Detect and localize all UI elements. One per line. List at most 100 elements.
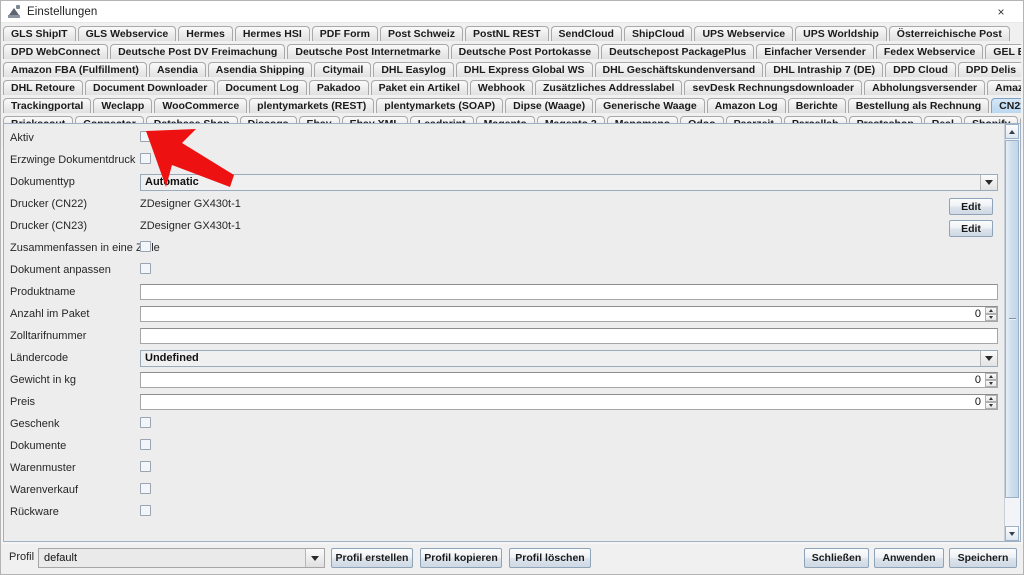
tab-sterreichische-post[interactable]: Österreichische Post xyxy=(888,26,1010,41)
button-profil-l-schen[interactable]: Profil löschen xyxy=(509,548,591,568)
tab-amazon-fulfillment[interactable]: Amazon (Fulfillment) xyxy=(987,80,1021,95)
checkbox-dokument-anpassen[interactable] xyxy=(140,263,151,274)
input-zolltarifnummer[interactable] xyxy=(140,328,998,344)
button-profil-kopieren[interactable]: Profil kopieren xyxy=(420,548,502,568)
tab-generische-waage[interactable]: Generische Waage xyxy=(595,98,705,113)
tab-plentymarkets-soap[interactable]: plentymarkets (SOAP) xyxy=(376,98,504,113)
profile-select[interactable]: default xyxy=(38,548,325,568)
tab-trackingportal[interactable]: Trackingportal xyxy=(3,98,92,113)
tab-dhl-easylog[interactable]: DHL Easylog xyxy=(373,62,454,77)
button-schlie-en[interactable]: Schließen xyxy=(804,548,869,568)
tab-row: GLS ShipIT GLS Webservice Hermes Hermes HSI… xyxy=(3,24,1021,41)
tab-abholungsversender[interactable]: Abholungsversender xyxy=(864,80,986,95)
tab-einfacher-versender[interactable]: Einfacher Versender xyxy=(756,44,874,59)
spinner-gewicht-in-kg[interactable]: 0 xyxy=(140,372,998,388)
tab-gls-shipit[interactable]: GLS ShipIT xyxy=(3,26,76,41)
spinner-value[interactable]: 0 xyxy=(140,372,998,388)
button-speichern[interactable]: Speichern xyxy=(949,548,1017,568)
tab-dipse-waage[interactable]: Dipse (Waage) xyxy=(505,98,594,113)
tab-bestellung-als-rechnung[interactable]: Bestellung als Rechnung xyxy=(847,98,990,113)
tab-hermes[interactable]: Hermes xyxy=(178,26,233,41)
tab-deutsche-post-portokasse[interactable]: Deutsche Post Portokasse xyxy=(450,44,600,59)
tab-shipcloud[interactable]: ShipCloud xyxy=(623,26,693,41)
chevron-down-icon[interactable] xyxy=(980,350,997,366)
tab-dhl-express-global-ws[interactable]: DHL Express Global WS xyxy=(455,62,593,77)
tab-post-schweiz[interactable]: Post Schweiz xyxy=(379,26,464,41)
tab-amazon-fba-fulfillment[interactable]: Amazon FBA (Fulfillment) xyxy=(3,62,147,77)
tab-pakadoo[interactable]: Pakadoo xyxy=(308,80,369,95)
tab-paket-ein-artikel[interactable]: Paket ein Artikel xyxy=(370,80,468,95)
spinner-value[interactable]: 0 xyxy=(140,394,998,410)
tab-dhl-intraship-7-de[interactable]: DHL Intraship 7 (DE) xyxy=(765,62,884,77)
close-icon[interactable]: × xyxy=(979,1,1023,22)
tab-dpd-cloud[interactable]: DPD Cloud xyxy=(885,62,956,77)
tab-dpd-webconnect[interactable]: DPD WebConnect xyxy=(3,44,109,59)
tab-amazon-log[interactable]: Amazon Log xyxy=(706,98,786,113)
scroll-up-icon[interactable] xyxy=(1005,124,1019,139)
checkbox-dokumente[interactable] xyxy=(140,439,151,450)
checkbox-warenverkauf[interactable] xyxy=(140,483,151,494)
tab-webhook[interactable]: Webhook xyxy=(469,80,533,95)
scroll-down-icon[interactable] xyxy=(1005,526,1019,541)
button-profil-erstellen[interactable]: Profil erstellen xyxy=(331,548,413,568)
tab-sevdesk-rechnungsdownloader[interactable]: sevDesk Rechnungsdownloader xyxy=(684,80,863,95)
tab-document-log[interactable]: Document Log xyxy=(217,80,307,95)
chevron-down-icon[interactable] xyxy=(305,549,324,567)
tab-weclapp[interactable]: Weclapp xyxy=(93,98,153,113)
tab-ups-webservice[interactable]: UPS Webservice xyxy=(694,26,794,41)
field-label: Dokument anpassen xyxy=(10,264,111,276)
tab-asendia[interactable]: Asendia xyxy=(148,62,206,77)
select-l-ndercode[interactable]: Undefined xyxy=(140,349,998,367)
spinner-up-icon[interactable] xyxy=(985,307,997,314)
spinner-anzahl-im-paket[interactable]: 0 xyxy=(140,306,998,322)
tab-fedex-webservice[interactable]: Fedex Webservice xyxy=(875,44,984,59)
tab-plentymarkets-rest[interactable]: plentymarkets (REST) xyxy=(249,98,375,113)
tab-gel-express[interactable]: GEL Express xyxy=(985,44,1021,59)
vertical-scrollbar[interactable] xyxy=(1004,124,1020,541)
checkbox-warenmuster[interactable] xyxy=(140,461,151,472)
tab-deutsche-post-dv-freimachung[interactable]: Deutsche Post DV Freimachung xyxy=(110,44,286,59)
tab-zus-tzliches-addresslabel[interactable]: Zusätzliches Addresslabel xyxy=(534,80,683,95)
spinner-preis[interactable]: 0 xyxy=(140,394,998,410)
spinner-down-icon[interactable] xyxy=(985,314,997,321)
button-anwenden[interactable]: Anwenden xyxy=(874,548,944,568)
tab-document-downloader[interactable]: Document Downloader xyxy=(84,80,216,95)
checkbox-geschenk[interactable] xyxy=(140,417,151,428)
spinner-down-icon[interactable] xyxy=(985,402,997,409)
spinner-up-icon[interactable] xyxy=(985,373,997,380)
tab-deutschepost-packageplus[interactable]: Deutschepost PackagePlus xyxy=(601,44,755,59)
tab-berichte[interactable]: Berichte xyxy=(787,98,846,113)
tab-gls-webservice[interactable]: GLS Webservice xyxy=(77,26,177,41)
spinner-value[interactable]: 0 xyxy=(140,306,998,322)
spinner-up-icon[interactable] xyxy=(985,395,997,402)
settings-window: Einstellungen × GLS ShipIT GLS Webservice… xyxy=(0,0,1024,575)
tab-postnl-rest[interactable]: PostNL REST xyxy=(465,26,549,41)
spinner-buttons[interactable] xyxy=(985,395,997,409)
tab-hermes-hsi[interactable]: Hermes HSI xyxy=(234,26,310,41)
tab-dhl-gesch-ftskundenversand[interactable]: DHL Geschäftskundenversand xyxy=(594,62,764,77)
tab-dpd-delis[interactable]: DPD Delis xyxy=(957,62,1021,77)
spinner-buttons[interactable] xyxy=(985,307,997,321)
tab-pdf-form[interactable]: PDF Form xyxy=(311,26,378,41)
tab-ups-worldship[interactable]: UPS Worldship xyxy=(795,26,887,41)
bottom-bar: Profil default Profil erstellen Profil ko… xyxy=(1,544,1023,574)
scrollbar-thumb[interactable] xyxy=(1005,140,1019,498)
tab-citymail[interactable]: Citymail xyxy=(314,62,372,77)
input-produktname[interactable] xyxy=(140,284,998,300)
tab-asendia-shipping[interactable]: Asendia Shipping xyxy=(207,62,313,77)
checkbox-r-ckware[interactable] xyxy=(140,505,151,516)
tab-woocommerce[interactable]: WooCommerce xyxy=(154,98,248,113)
tab-sendcloud[interactable]: SendCloud xyxy=(550,26,622,41)
spinner-buttons[interactable] xyxy=(985,373,997,387)
tab-deutsche-post-internetmarke[interactable]: Deutsche Post Internetmarke xyxy=(287,44,449,59)
edit-button-drucker-cn23[interactable]: Edit xyxy=(949,220,993,237)
select-dokumenttyp[interactable]: Automatic xyxy=(140,173,998,191)
tab-cn2x-dokument[interactable]: CN2x Dokument xyxy=(991,98,1021,113)
edit-button-drucker-cn22[interactable]: Edit xyxy=(949,198,993,215)
chevron-down-icon[interactable] xyxy=(980,174,997,190)
tab-dhl-retoure[interactable]: DHL Retoure xyxy=(3,80,83,95)
checkbox-aktiv[interactable] xyxy=(140,131,151,142)
checkbox-zusammenfassen-in-eine-zeile[interactable] xyxy=(140,241,151,252)
spinner-down-icon[interactable] xyxy=(985,380,997,387)
checkbox-erzwinge-dokumentdruck[interactable] xyxy=(140,153,151,164)
